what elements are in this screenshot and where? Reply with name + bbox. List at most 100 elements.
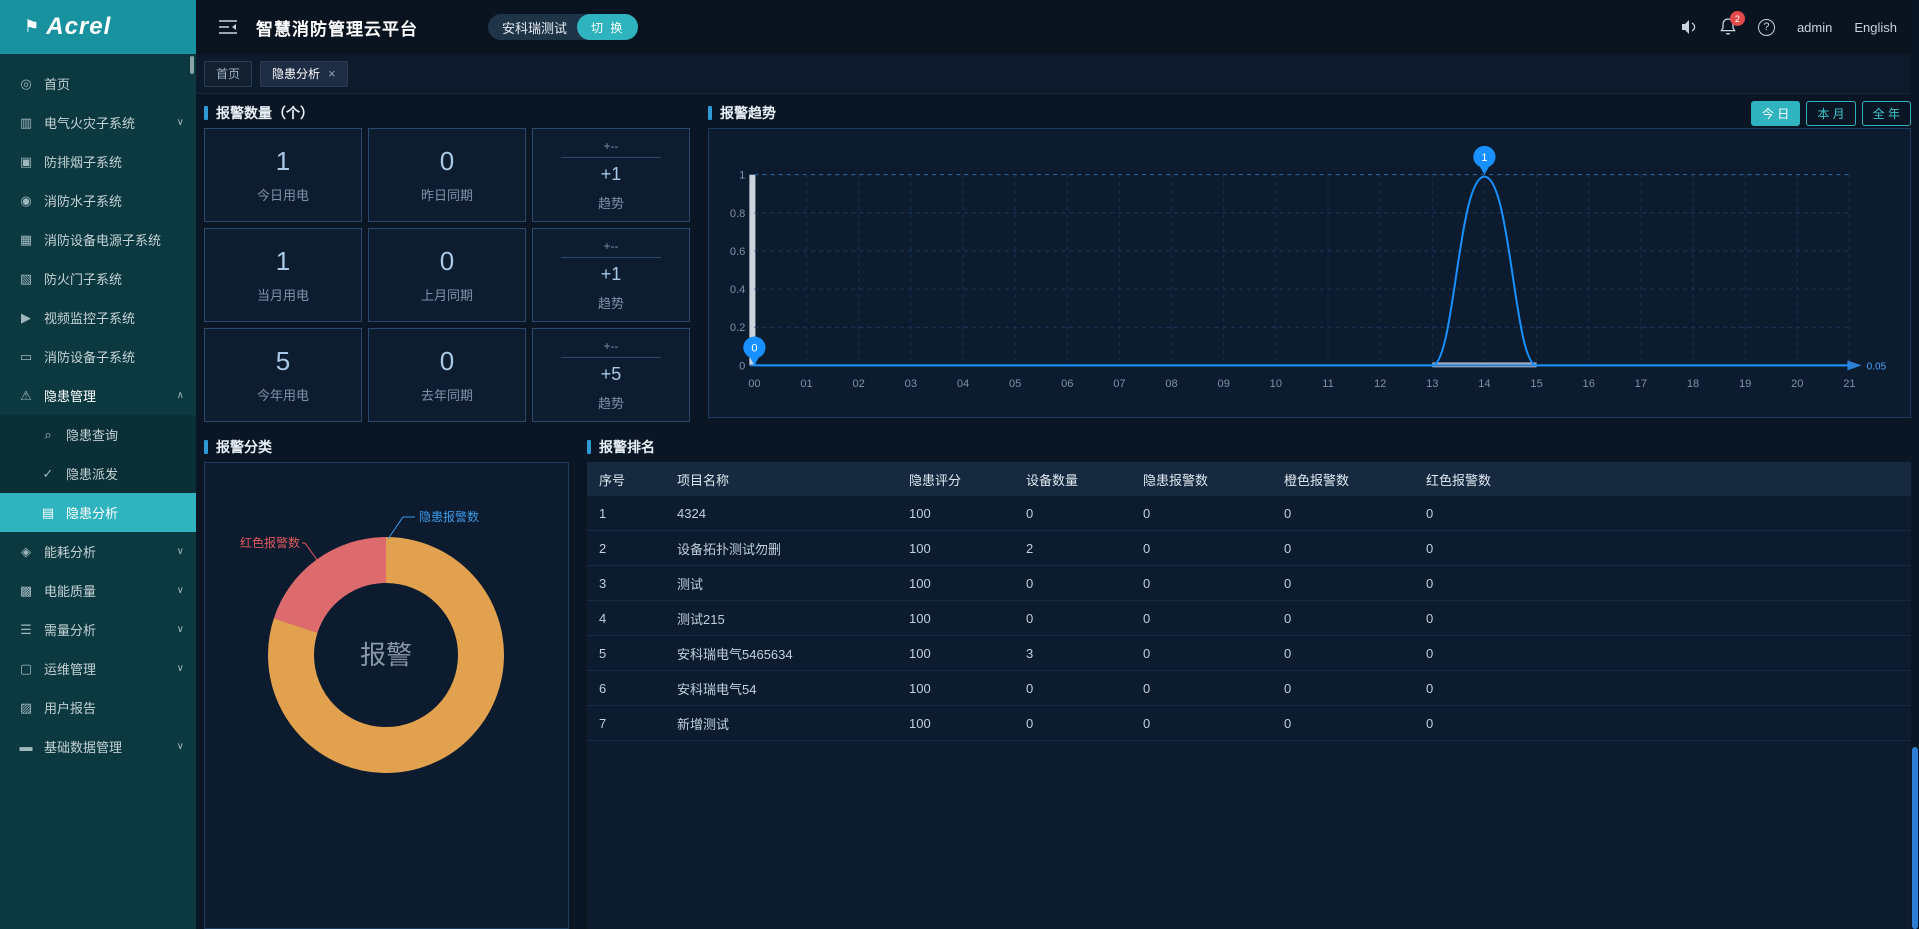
switch-project-button[interactable]: 切 换 — [577, 14, 638, 40]
tab-close-icon[interactable]: × — [328, 66, 336, 81]
svg-text:20: 20 — [1791, 378, 1803, 390]
table-cell: 0 — [1272, 541, 1414, 556]
chevron-down-icon: ∨ — [177, 663, 184, 674]
brand-name: Acrel — [46, 13, 111, 41]
stat-cards: 1今日用电0昨日同期+--+1趋势1当月用电0上月同期+--+1趋势5今年用电0… — [204, 128, 690, 422]
sidebar-item-hazard-analysis[interactable]: ▤隐患分析 — [0, 493, 196, 532]
table-row[interactable]: 2设备拓扑测试勿删1002000 — [587, 531, 1911, 566]
notification-badge: 2 — [1730, 11, 1745, 26]
alarm-count-title: 报警数量（个） — [216, 103, 314, 123]
sidebar-item-fire-power[interactable]: ▦消防设备电源子系统 — [0, 220, 196, 259]
table-row[interactable]: 7新增测试1000000 — [587, 706, 1911, 741]
data-pin-marker[interactable]: 1 — [1473, 146, 1495, 175]
column-header: 设备数量 — [1014, 470, 1131, 489]
sidebar-item-home[interactable]: ◎首页 — [0, 64, 196, 103]
table-cell: 0 — [1131, 716, 1272, 731]
table-row[interactable]: 5安科瑞电气54656341003000 — [587, 636, 1911, 671]
sidebar-item-hazard-query[interactable]: ⌕隐患查询 — [0, 415, 196, 454]
table-row[interactable]: 3测试1000000 — [587, 566, 1911, 601]
range-button-year[interactable]: 全 年 — [1862, 101, 1911, 126]
sidebar-item-label: 能耗分析 — [44, 542, 167, 561]
svg-text:02: 02 — [853, 378, 865, 390]
trend-line-chart[interactable]: 00.20.40.60.8100010203040506070809101112… — [709, 129, 1910, 417]
demand-icon: ☰ — [18, 622, 34, 638]
table-cell: 0 — [1014, 576, 1131, 591]
svg-text:17: 17 — [1635, 378, 1647, 390]
table-cell: 安科瑞电气54 — [665, 679, 897, 698]
notifications-button[interactable]: 2 — [1720, 18, 1736, 36]
tab-label: 隐患分析 — [272, 65, 320, 82]
category-donut-chart[interactable]: 隐患报警数红色报警数报警 — [205, 463, 568, 929]
stat-value: 0 — [440, 346, 454, 377]
table-cell: 2 — [587, 541, 665, 556]
language-switch[interactable]: English — [1854, 20, 1897, 35]
table-cell: 100 — [897, 541, 1014, 556]
tabbar: 首页 隐患分析 × — [196, 54, 1919, 94]
svg-text:00: 00 — [748, 378, 760, 390]
trend-chart-panel: 00.20.40.60.8100010203040506070809101112… — [708, 128, 1911, 418]
help-button[interactable]: ? — [1758, 19, 1775, 36]
column-header: 项目名称 — [665, 470, 897, 489]
app: ⚑ Acrel ◎首页▥电气火灾子系统∨▣防排烟子系统◉消防水子系统▦消防设备电… — [0, 0, 1919, 929]
sidebar-item-power-quality[interactable]: ▩电能质量∨ — [0, 571, 196, 610]
hazard-icon: ⚠ — [18, 388, 34, 404]
sidebar-item-fire-water[interactable]: ◉消防水子系统 — [0, 181, 196, 220]
page-scrollbar[interactable] — [1911, 0, 1919, 929]
sidebar-scrollbar[interactable] — [190, 56, 194, 74]
table-cell: 0 — [1131, 576, 1272, 591]
table-cell: 测试 — [665, 574, 897, 593]
stat-card: 1今日用电 — [204, 128, 362, 222]
sidebar-item-label: 隐患派发 — [66, 464, 184, 483]
donut-label: 红色报警数 — [240, 535, 300, 550]
svg-text:1: 1 — [739, 170, 745, 182]
svg-text:21: 21 — [1843, 378, 1855, 390]
sidebar-item-label: 电能质量 — [44, 581, 167, 600]
table-cell: 0 — [1014, 681, 1131, 696]
table-row[interactable]: 6安科瑞电气541000000 — [587, 671, 1911, 706]
chevron-down-icon: ∨ — [177, 624, 184, 635]
sidebar-item-video-monitor[interactable]: ▶视频监控子系统 — [0, 298, 196, 337]
tab-hazard-analysis[interactable]: 隐患分析 × — [260, 61, 348, 87]
table-cell: 5 — [587, 646, 665, 661]
bottom-row: 报警分类 隐患报警数红色报警数报警 报警排名 序号项目名称隐患评分设备数量隐患报… — [204, 434, 1911, 929]
sidebar-item-electric-fire[interactable]: ▥电气火灾子系统∨ — [0, 103, 196, 142]
tab-home[interactable]: 首页 — [204, 61, 252, 87]
sidebar-item-hazard-dispatch[interactable]: ✓隐患派发 — [0, 454, 196, 493]
sidebar-item-fire-device[interactable]: ▭消防设备子系统 — [0, 337, 196, 376]
table-cell: 0 — [1272, 576, 1414, 591]
axis-end-label: 0.05 — [1867, 361, 1887, 372]
table-cell: 3 — [1014, 646, 1131, 661]
sidebar-item-hazard-management[interactable]: ⚠隐患管理∧ — [0, 376, 196, 415]
svg-text:03: 03 — [905, 378, 917, 390]
data-pin-marker[interactable]: 0 — [743, 337, 765, 366]
smoke-control-icon: ▣ — [18, 154, 34, 170]
sidebar-item-label: 电气火灾子系统 — [44, 113, 167, 132]
alarm-trend-header: 报警趋势 今 日本 月全 年 — [708, 100, 1911, 126]
sidebar-item-smoke-control[interactable]: ▣防排烟子系统 — [0, 142, 196, 181]
table-cell: 0 — [1414, 506, 1556, 521]
sidebar-item-energy-analysis[interactable]: ◈能耗分析∨ — [0, 532, 196, 571]
collapse-sidebar-button[interactable] — [218, 19, 238, 35]
table-cell: 0 — [1414, 611, 1556, 626]
range-button-month[interactable]: 本 月 — [1806, 101, 1855, 126]
table-row[interactable]: 143241000000 — [587, 496, 1911, 531]
rank-table-body: 1432410000002设备拓扑测试勿删10020003测试10000004测… — [587, 496, 1911, 741]
sidebar-item-user-report[interactable]: ▨用户报告 — [0, 688, 196, 727]
volume-button[interactable] — [1680, 19, 1698, 35]
svg-text:09: 09 — [1218, 378, 1230, 390]
chevron-up-icon: ∧ — [177, 390, 184, 401]
sidebar-item-ops-management[interactable]: ▢运维管理∨ — [0, 649, 196, 688]
range-button-today[interactable]: 今 日 — [1751, 101, 1800, 126]
document-icon: ▤ — [40, 505, 56, 521]
trend-card: +--+5趋势 — [532, 328, 690, 422]
scrollbar-thumb[interactable] — [1912, 747, 1918, 929]
table-cell: 3 — [587, 576, 665, 591]
sidebar-item-fire-door[interactable]: ▧防火门子系统 — [0, 259, 196, 298]
power-quality-icon: ▩ — [18, 583, 34, 599]
table-row[interactable]: 4测试2151000000 — [587, 601, 1911, 636]
sidebar-item-base-data[interactable]: ▬基础数据管理∨ — [0, 727, 196, 766]
sidebar-item-demand-analysis[interactable]: ☰需量分析∨ — [0, 610, 196, 649]
table-cell: 0 — [1131, 506, 1272, 521]
trend-divider — [561, 257, 661, 258]
user-menu[interactable]: admin — [1797, 20, 1832, 35]
